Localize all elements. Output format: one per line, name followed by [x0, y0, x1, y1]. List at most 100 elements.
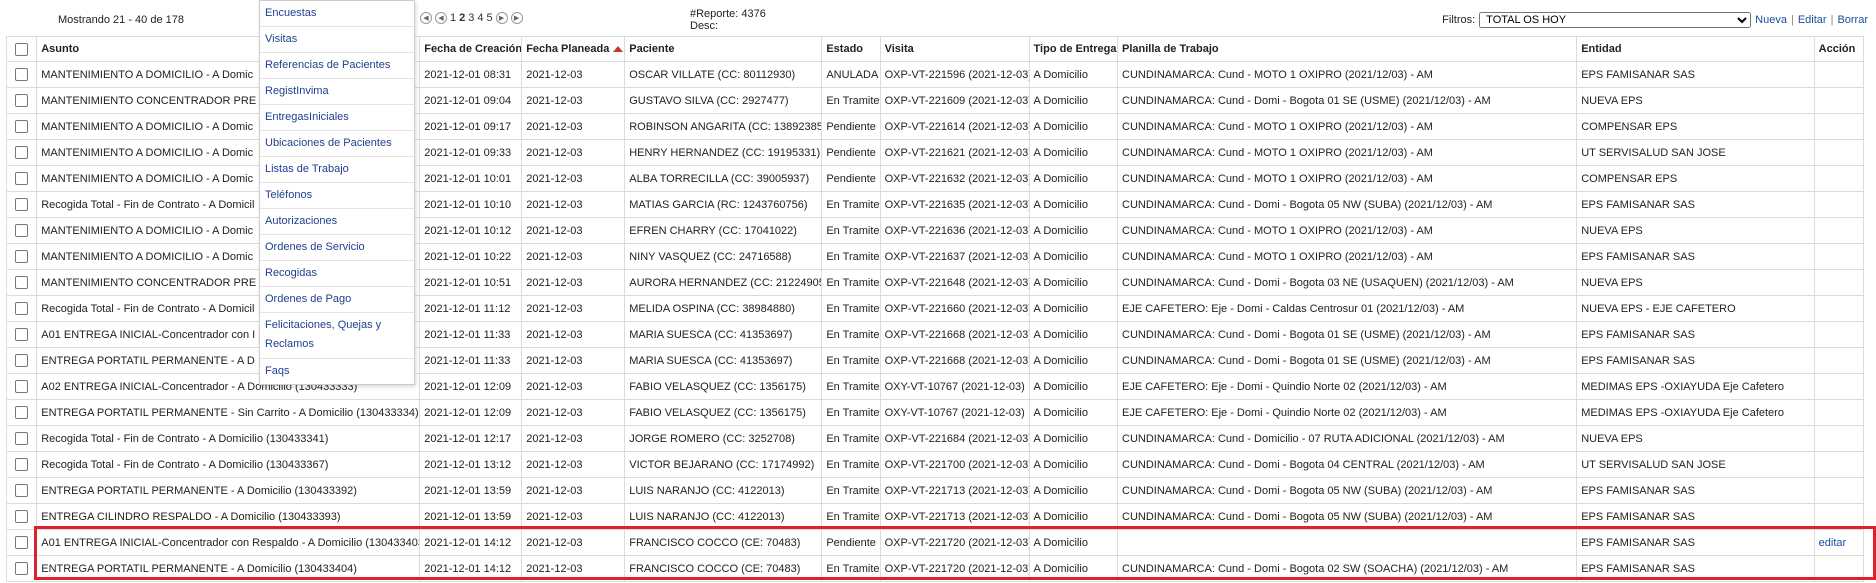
filter-select[interactable]: TOTAL OS HOY [1479, 12, 1752, 28]
menu-item[interactable]: Faqs [260, 359, 414, 384]
table-cell: EPS FAMISANAR SAS [1576, 191, 1815, 218]
row-checkbox[interactable] [15, 302, 29, 315]
table-cell: OXP-VT-221668 (2021-12-03) [879, 321, 1030, 348]
last-page-icon[interactable]: ▶ [510, 12, 523, 24]
row-select-cell [5, 399, 38, 426]
table-row[interactable]: Recogida Total - Fin de Contrato - A Dom… [5, 451, 1865, 478]
row-checkbox[interactable] [15, 250, 29, 263]
page-link-1[interactable]: 1 [450, 12, 456, 24]
page-link-3[interactable]: 3 [468, 12, 474, 24]
row-checkbox[interactable] [15, 198, 29, 211]
table-cell: OSCAR VILLATE (CC: 80112930) [624, 61, 823, 88]
menu-item[interactable]: Ordenes de Servicio [260, 235, 414, 261]
menu-item[interactable]: Referencias de Pacientes [260, 53, 414, 79]
table-cell: FABIO VELASQUEZ (CC: 1356175) [624, 399, 823, 426]
edit-row-link[interactable]: editar [1819, 537, 1847, 549]
table-row[interactable]: ENTREGA CILINDRO RESPALDO - A Domicilio … [5, 503, 1865, 530]
table-cell: OXP-VT-221668 (2021-12-03) [879, 347, 1030, 374]
filter-bar: Filtros: TOTAL OS HOY Nueva | Editar | B… [1442, 12, 1868, 28]
page-link-5[interactable]: 5 [487, 12, 493, 24]
table-cell: A Domicilio [1028, 477, 1119, 504]
col-entidad[interactable]: Entidad [1576, 36, 1815, 62]
menu-item[interactable]: Visitas [260, 27, 414, 53]
table-cell: 2021-12-03 [521, 87, 626, 114]
menu-item[interactable]: Autorizaciones [260, 209, 414, 235]
table-cell: COMPENSAR EPS [1576, 113, 1815, 140]
row-checkbox[interactable] [15, 536, 29, 549]
menu-item[interactable]: Listas de Trabajo [260, 157, 414, 183]
table-cell: En Tramite [821, 425, 881, 452]
table-cell: A Domicilio [1028, 321, 1119, 348]
table-cell: 2021-12-03 [521, 477, 626, 504]
col-estado[interactable]: Estado [821, 36, 881, 62]
select-all-checkbox[interactable] [15, 42, 29, 56]
table-cell: 2021-12-01 10:01 [419, 165, 523, 192]
table-cell: En Tramite [821, 451, 881, 478]
table-cell: En Tramite [821, 321, 881, 348]
table-cell: NUEVA EPS [1576, 217, 1815, 244]
table-cell: ENTREGA PORTATIL PERMANENTE - Sin Carrit… [36, 399, 421, 426]
row-checkbox[interactable] [15, 146, 29, 159]
row-checkbox[interactable] [15, 276, 29, 289]
table-cell: ENTREGA PORTATIL PERMANENTE - A Domicili… [36, 477, 421, 504]
row-checkbox[interactable] [15, 224, 29, 237]
row-checkbox[interactable] [15, 68, 29, 81]
col-fecha-planeada-label: Fecha Planeada [526, 43, 610, 55]
row-checkbox[interactable] [15, 328, 29, 341]
col-paciente[interactable]: Paciente [624, 36, 823, 62]
table-cell: 2021-12-01 11:12 [419, 295, 523, 322]
menu-item[interactable]: EntregasIniciales [260, 105, 414, 131]
table-cell: A Domicilio [1028, 529, 1119, 556]
col-fecha-creacion[interactable]: Fecha de Creación [419, 36, 523, 62]
table-cell: JORGE ROMERO (CC: 3252708) [624, 425, 823, 452]
menu-item[interactable]: Recogidas [260, 261, 414, 287]
next-page-icon[interactable]: ▶ [495, 12, 508, 24]
row-checkbox[interactable] [15, 406, 29, 419]
col-fecha-planeada[interactable]: Fecha Planeada [521, 36, 626, 62]
table-cell: A Domicilio [1028, 87, 1119, 114]
table-cell: A Domicilio [1028, 555, 1119, 582]
new-filter-link[interactable]: Nueva [1755, 14, 1787, 26]
row-select-cell [5, 165, 38, 192]
page-link-2[interactable]: 2 [459, 12, 465, 24]
table-cell: En Tramite [821, 503, 881, 530]
table-cell: A Domicilio [1028, 295, 1119, 322]
row-checkbox[interactable] [15, 432, 29, 445]
table-row[interactable]: ENTREGA PORTATIL PERMANENTE - Sin Carrit… [5, 399, 1865, 426]
table-cell: MEDIMAS EPS -OXIAYUDA Eje Cafetero [1576, 399, 1815, 426]
row-checkbox[interactable] [15, 120, 29, 133]
table-cell: OXP-VT-221660 (2021-12-03) [879, 295, 1030, 322]
table-row[interactable]: Recogida Total - Fin de Contrato - A Dom… [5, 425, 1865, 452]
edit-filter-link[interactable]: Editar [1798, 14, 1827, 26]
table-row[interactable]: ENTREGA PORTATIL PERMANENTE - A Domicili… [5, 477, 1865, 504]
col-planilla[interactable]: Planilla de Trabajo [1116, 36, 1578, 62]
menu-item[interactable]: Felicitaciones, Quejas y Reclamos [260, 313, 414, 359]
prev-page-icon[interactable]: ◀ [435, 12, 447, 24]
menu-item[interactable]: Ordenes de Pago [260, 287, 414, 313]
menu-item[interactable]: Teléfonos [260, 183, 414, 209]
table-cell: 2021-12-03 [521, 269, 626, 296]
table-cell: OXP-VT-221621 (2021-12-03) [879, 139, 1030, 166]
table-cell [1813, 191, 1865, 218]
row-checkbox[interactable] [15, 380, 29, 393]
table-cell: A Domicilio [1028, 61, 1119, 88]
row-checkbox[interactable] [15, 94, 29, 107]
table-cell: MATIAS GARCIA (RC: 1243760756) [624, 191, 823, 218]
row-checkbox[interactable] [15, 354, 29, 367]
menu-item[interactable]: RegistInvima [260, 79, 414, 105]
row-checkbox[interactable] [15, 458, 29, 471]
col-visita[interactable]: Visita [879, 36, 1030, 62]
row-checkbox[interactable] [15, 172, 29, 185]
row-checkbox[interactable] [15, 484, 29, 497]
row-checkbox[interactable] [15, 562, 29, 575]
row-checkbox[interactable] [15, 510, 29, 523]
delete-filter-link[interactable]: Borrar [1837, 14, 1868, 26]
menu-item[interactable]: Ubicaciones de Pacientes [260, 131, 414, 157]
col-tipo-entrega[interactable]: Tipo de Entrega [1028, 36, 1119, 62]
page-link-4[interactable]: 4 [477, 12, 483, 24]
menu-item[interactable]: Encuestas [260, 1, 414, 27]
table-row[interactable]: ENTREGA PORTATIL PERMANENTE - A Domicili… [5, 555, 1865, 582]
first-page-icon[interactable]: ◀ [420, 12, 432, 24]
table-row[interactable]: A01 ENTREGA INICIAL-Concentrador con Res… [5, 529, 1865, 556]
table-cell: MARIA SUESCA (CC: 41353697) [624, 347, 823, 374]
